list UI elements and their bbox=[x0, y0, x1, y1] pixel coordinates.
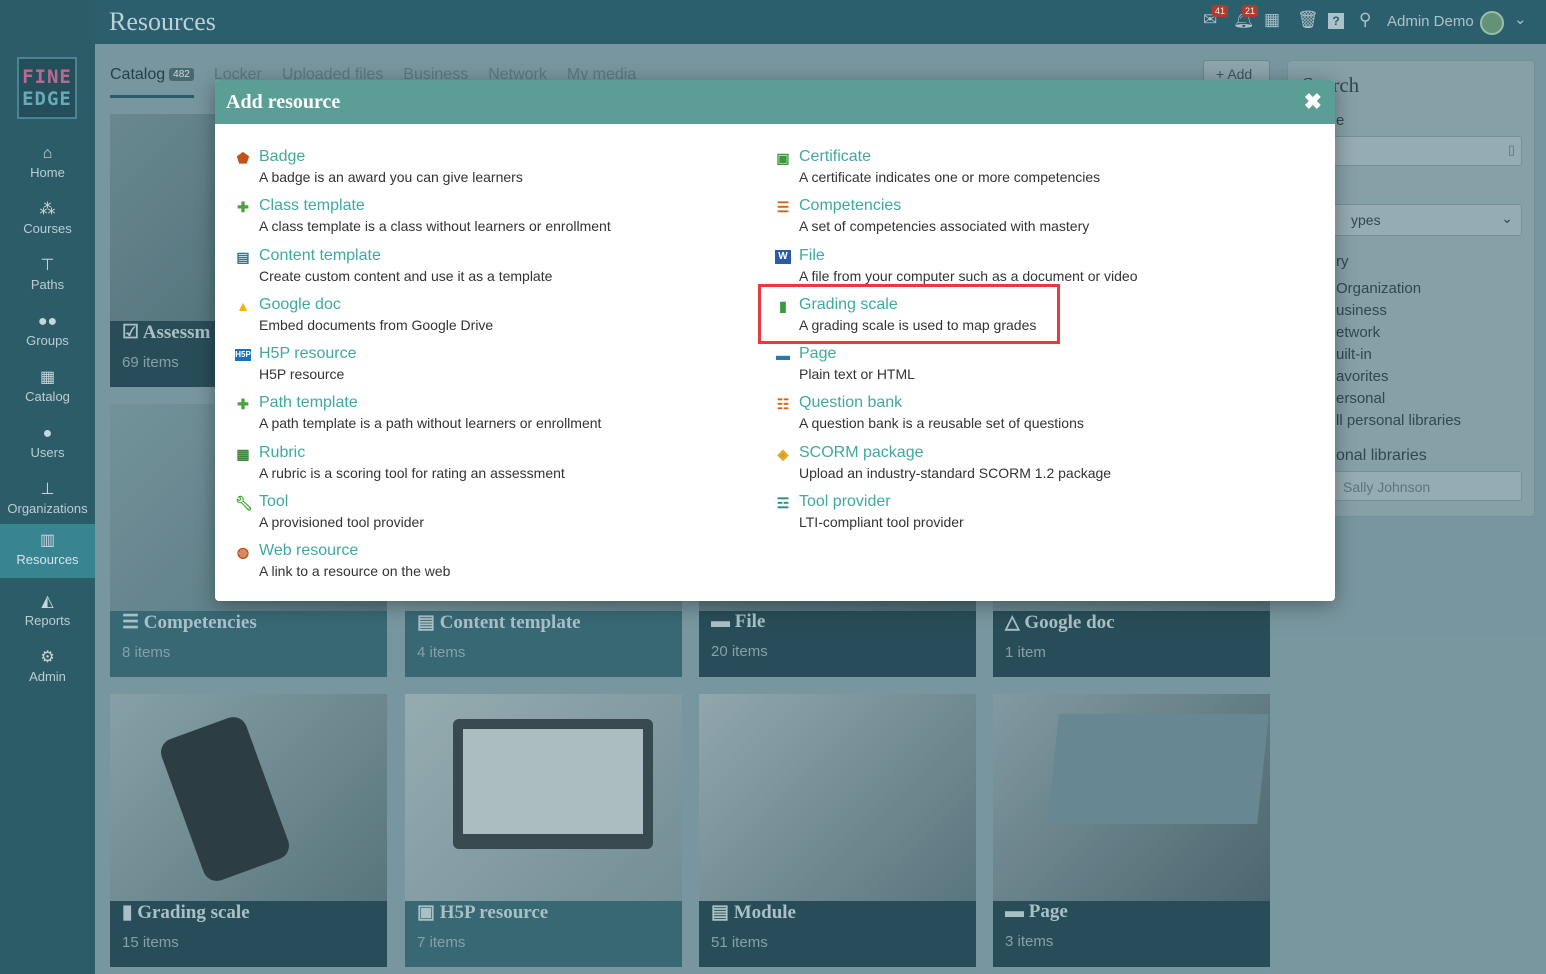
puzzle-icon: ✚ bbox=[237, 199, 249, 215]
option-name[interactable]: Tool bbox=[259, 493, 288, 511]
page-icon: ▬ bbox=[776, 347, 790, 363]
modal-title: Add resource bbox=[226, 90, 341, 113]
option-name[interactable]: Rubric bbox=[259, 444, 305, 462]
option-desc: A path template is a path without learne… bbox=[259, 415, 602, 431]
option-desc: A question bank is a reusable set of que… bbox=[799, 415, 1084, 431]
option-desc: H5P resource bbox=[259, 366, 345, 382]
option-desc: A certificate indicates one or more comp… bbox=[799, 169, 1101, 185]
modal-header: Add resource bbox=[215, 80, 1335, 124]
globe-icon: ◍ bbox=[236, 544, 250, 560]
option-name[interactable]: Content template bbox=[259, 247, 381, 265]
server-icon: ☲ bbox=[776, 495, 790, 511]
option-name[interactable]: Path template bbox=[259, 394, 358, 412]
word-file-icon: W bbox=[775, 250, 791, 264]
cube-icon: ◈ bbox=[777, 446, 789, 462]
puzzle-icon: ✚ bbox=[237, 396, 249, 412]
option-name[interactable]: Certificate bbox=[799, 148, 871, 166]
option-desc: LTI-compliant tool provider bbox=[799, 514, 964, 530]
option-desc: Plain text or HTML bbox=[799, 366, 915, 382]
wrench-icon: 🔧︎ bbox=[235, 495, 253, 511]
option-name[interactable]: SCORM package bbox=[799, 444, 924, 462]
rubric-icon: ▦ bbox=[236, 446, 250, 462]
option-desc: A file from your computer such as a docu… bbox=[799, 268, 1138, 284]
option-desc: Create custom content and use it as a te… bbox=[259, 268, 553, 284]
add-resource-modal: Add resource ✖ ⬟ Badge A badge is an award… bbox=[215, 80, 1335, 601]
option-desc: A class template is a class without lear… bbox=[259, 218, 611, 234]
option-name[interactable]: Badge bbox=[259, 148, 305, 166]
highlight-box bbox=[758, 284, 1060, 344]
option-desc: A rubric is a scoring tool for rating an… bbox=[259, 465, 565, 481]
h5p-icon: H5P bbox=[235, 349, 251, 361]
option-desc: A provisioned tool provider bbox=[259, 514, 424, 530]
certificate-icon: ▣ bbox=[776, 150, 790, 166]
option-name[interactable]: Question bank bbox=[799, 394, 902, 412]
google-drive-icon: ▲ bbox=[236, 298, 250, 314]
option-desc: A set of competencies associated with ma… bbox=[799, 218, 1090, 234]
option-name[interactable]: File bbox=[799, 247, 825, 265]
badge-icon: ⬟ bbox=[236, 150, 250, 166]
option-desc: Embed documents from Google Drive bbox=[259, 317, 494, 333]
option-name[interactable]: Google doc bbox=[259, 296, 341, 314]
option-name[interactable]: Competencies bbox=[799, 197, 901, 215]
close-icon[interactable]: ✖ bbox=[1304, 89, 1322, 115]
question-bank-icon: ☷ bbox=[776, 396, 790, 412]
option-desc: A link to a resource on the web bbox=[259, 563, 451, 579]
content-template-icon: ▤ bbox=[236, 249, 250, 265]
option-name[interactable]: Page bbox=[799, 345, 836, 363]
option-name[interactable]: H5P resource bbox=[259, 345, 357, 363]
option-name[interactable]: Web resource bbox=[259, 542, 358, 560]
option-desc: Upload an industry-standard SCORM 1.2 pa… bbox=[799, 465, 1112, 481]
option-name[interactable]: Class template bbox=[259, 197, 365, 215]
option-name[interactable]: Tool provider bbox=[799, 493, 891, 511]
competencies-icon: ☰ bbox=[776, 199, 790, 215]
option-desc: A badge is an award you can give learner… bbox=[259, 169, 523, 185]
